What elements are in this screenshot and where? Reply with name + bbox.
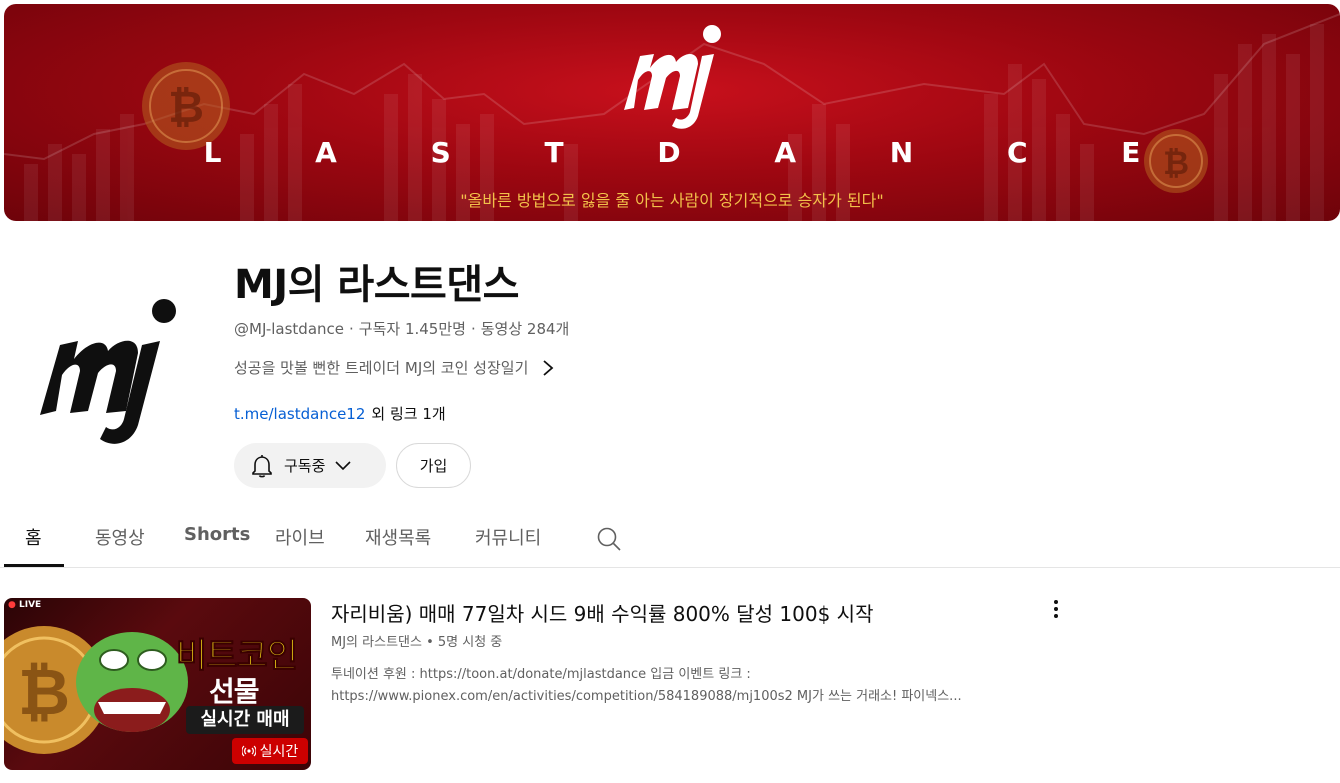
live-broadcast-icon [241,745,256,757]
live-badge: 실시간 [232,738,308,764]
banner-title: L A S T D A N C E [203,136,1183,169]
svg-text:₿: ₿ [168,82,204,133]
subscribed-button[interactable]: 구독중 [234,443,386,488]
tab-home[interactable]: 홈 [25,524,42,550]
video-meta: MJ의 라스트댄스 • 5명 시청 중 [331,635,503,650]
channel-description-text: 성공을 맛볼 뻔한 트레이더 MJ의 코인 성장일기 [234,359,529,377]
channel-handle[interactable]: @MJ-lastdance [234,320,344,338]
telegram-link[interactable]: t.me/lastdance12 [234,405,365,423]
tab-playlists[interactable]: 재생목록 [365,524,431,550]
live-badge-label: 실시간 [259,744,299,760]
subscriber-count: 구독자 1.45만명 [358,320,466,338]
bell-icon [252,454,272,477]
video-title[interactable]: 자리비움) 매매 77일차 시드 9배 수익률 800% 달성 100$ 시작 [331,598,873,627]
channel-name: MJ의 라스트댄스 [234,262,519,308]
active-tab-indicator [4,564,64,567]
channel-banner: ₿ ₿ L A S T D A N C E "올바른 방법으로 잃을 줄 아는 … [4,4,1340,221]
channel-meta: @MJ-lastdance · 구독자 1.45만명 · 동영상 284개 [234,320,570,338]
tab-shorts[interactable]: Shorts [184,524,250,545]
join-button[interactable]: 가입 [396,443,471,488]
chevron-down-icon [335,460,351,470]
search-icon[interactable] [596,526,622,552]
video-thumbnail[interactable]: ₿ ● LIVE 비트코인 선물 실시간 매매 실시간 [4,598,311,770]
more-options-icon[interactable] [1048,598,1064,622]
channel-description[interactable]: 성공을 맛볼 뻔한 트레이더 MJ의 코인 성장일기 [234,357,554,378]
mj-logo-icon [624,25,721,129]
channel-avatar[interactable] [34,293,184,451]
video-count: 동영상 284개 [480,320,570,338]
video-watching: 5명 시청 중 [437,635,503,650]
tab-live[interactable]: 라이브 [275,524,325,550]
channel-tabs: 홈 동영상 Shorts 라이브 재생목록 커뮤니티 [0,510,1340,568]
banner-tagline: "올바른 방법으로 잃을 줄 아는 사람이 장기적으로 승자가 된다" [460,191,884,210]
channel-links: t.me/lastdance12 외 링크 1개 [234,403,446,424]
subscribed-label: 구독중 [284,457,326,475]
more-links[interactable]: 외 링크 1개 [371,405,445,423]
video-description[interactable]: 투네이션 후원 : https://toon.at/donate/mjlastd… [331,664,1051,708]
chevron-right-icon [543,359,554,376]
video-channel[interactable]: MJ의 라스트댄스 [331,635,422,650]
tab-community[interactable]: 커뮤니티 [475,524,541,550]
thumbnail-line2: 선물 [209,675,260,708]
svg-text:₿: ₿ [18,656,70,730]
tab-videos[interactable]: 동영상 [95,524,145,550]
thumbnail-line3: 실시간 매매 [186,706,304,734]
live-tag: ● LIVE [8,600,42,610]
